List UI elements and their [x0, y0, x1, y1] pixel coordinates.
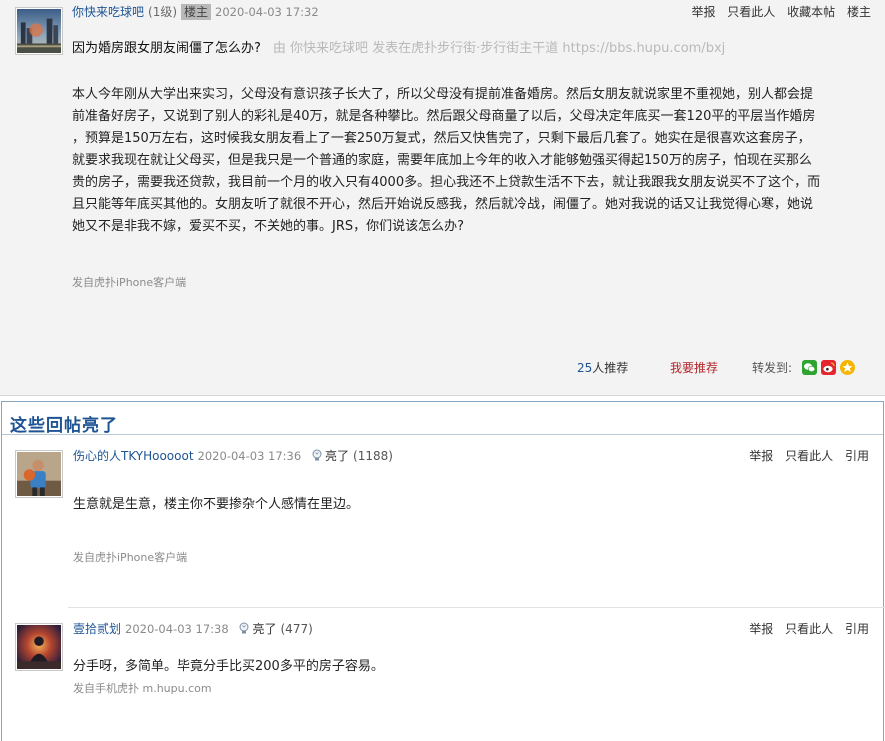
- section-divider: [2, 434, 883, 435]
- recommend-number: 25: [577, 361, 593, 375]
- floor-label: 楼主: [846, 5, 871, 19]
- favorite-thread-link[interactable]: 收藏本帖: [787, 5, 835, 19]
- quote-link[interactable]: 引用: [845, 622, 869, 636]
- post-body-line: ，预算是150万左右，这时候我女朋友看上了一套250万复式，然后又快售完了，只剩…: [72, 131, 811, 146]
- post-body-line: 就要求我现在就让父母买，但是我只是一个普通的家庭，需要年底加上今年的收入才能够勉…: [72, 153, 812, 168]
- share-bar: 转发到:: [752, 358, 855, 378]
- report-link[interactable]: 举报: [749, 449, 773, 463]
- report-link[interactable]: 举报: [749, 622, 773, 636]
- post-body-line: 本人今年刚从大学出来实习，父母没有意识孩子长大了，所以父母没有提前准备婚房。然后…: [72, 87, 814, 102]
- op-badge: 楼主: [181, 4, 212, 20]
- post-body-line: 前准备好房子，又说到了别人的彩礼是40万，就是各种攀比。然后跟父母商量了以后，父…: [72, 109, 816, 124]
- reply-avatar-image: [17, 452, 61, 496]
- report-link[interactable]: 举报: [691, 5, 715, 19]
- post-source: 由 你快来吃球吧 发表在虎扑步行街·步行街主干道 https://bbs.hup…: [272, 41, 726, 56]
- op-actions: 举报 只看此人 收藏本帖 楼主: [683, 4, 871, 20]
- post-body-line: 且只能等年底买其他的。女朋友听了就很不开心，然后开始说反感我，然后就冷战，闹僵了…: [72, 197, 814, 212]
- light-label[interactable]: 亮了: [325, 449, 349, 463]
- op-client-note: 发自虎扑iPhone客户端: [72, 276, 187, 289]
- only-this-user-link[interactable]: 只看此人: [785, 449, 833, 463]
- reply-meta: 伤心的人TKYHooooot 2020-04-03 17:36 亮了 (1188): [73, 448, 393, 464]
- reply-text: 分手呀，多简单。毕竟分手比买200多平的房子容易。: [73, 659, 384, 674]
- quote-link[interactable]: 引用: [845, 449, 869, 463]
- reply-actions: 举报 只看此人 引用: [741, 621, 869, 637]
- op-avatar[interactable]: [15, 7, 63, 55]
- post-title-line: 因为婚房跟女朋友闹僵了怎么办? 由 你快来吃球吧 发表在虎扑步行街·步行街主干道 …: [72, 40, 725, 58]
- original-post: 你快来吃球吧 (1级) 楼主 2020-04-03 17:32 举报 只看此人 收藏本…: [0, 0, 885, 396]
- reply-client-note: 发自虎扑iPhone客户端: [73, 551, 188, 564]
- recommend-suffix: 人推荐: [592, 361, 629, 375]
- reply-divider: [68, 607, 885, 608]
- post-body: 本人今年刚从大学出来实习，父母没有意识孩子长大了，所以父母没有提前准备婚房。然后…: [72, 84, 872, 238]
- reply-actions: 举报 只看此人 引用: [741, 448, 869, 464]
- op-avatar-image: [17, 9, 61, 53]
- reply-text: 生意就是生意，楼主你不要掺杂个人感情在里边。: [73, 497, 360, 512]
- light-bulb-icon[interactable]: [311, 449, 323, 462]
- reply-time: 2020-04-03 17:38: [125, 622, 229, 636]
- reply-avatar[interactable]: [15, 623, 63, 671]
- wechat-icon[interactable]: [801, 360, 817, 375]
- reply-avatar[interactable]: [15, 450, 63, 498]
- reply-avatar-image: [17, 625, 61, 669]
- highlighted-replies-title: 这些回帖亮了: [10, 416, 118, 436]
- recommend-button[interactable]: 我要推荐: [670, 358, 718, 378]
- qzone-icon[interactable]: [839, 360, 855, 375]
- light-count: (1188): [353, 449, 393, 463]
- post-body-line: 她又不是非我不嫁，爱买不买，不关她的事。JRS，你们说该怎么办?: [72, 219, 465, 234]
- light-count: (477): [280, 622, 313, 636]
- reply-username[interactable]: 伤心的人TKYHooooot: [73, 449, 194, 463]
- weibo-icon[interactable]: [820, 360, 836, 375]
- reply-time: 2020-04-03 17:36: [197, 449, 302, 463]
- highlighted-replies-section: 这些回帖亮了 伤心的人TKYHooooot 2020-04-03 17:36 亮了…: [1, 401, 885, 741]
- reply-username[interactable]: 壹拾贰划: [73, 622, 121, 636]
- op-level: (1级): [148, 5, 178, 19]
- light-label[interactable]: 亮了: [252, 622, 276, 636]
- recommend-count: 25人推荐: [577, 358, 628, 378]
- op-username[interactable]: 你快来吃球吧: [72, 5, 144, 19]
- post-body-line: 贵的房子，需要我还贷款，我目前一个月的收入只有4000多。担心我还不上贷款生活不…: [72, 175, 821, 190]
- share-label: 转发到:: [752, 361, 793, 375]
- post-title: 因为婚房跟女朋友闹僵了怎么办?: [72, 41, 261, 56]
- only-this-user-link[interactable]: 只看此人: [785, 622, 833, 636]
- reply-client-note: 发自手机虎扑 m.hupu.com: [73, 682, 212, 695]
- reply-meta: 壹拾贰划 2020-04-03 17:38 亮了 (477): [73, 621, 313, 637]
- light-bulb-icon[interactable]: [238, 622, 250, 635]
- only-this-user-link[interactable]: 只看此人: [727, 5, 775, 19]
- op-meta: 你快来吃球吧 (1级) 楼主 2020-04-03 17:32: [72, 4, 319, 20]
- op-time: 2020-04-03 17:32: [215, 5, 319, 19]
